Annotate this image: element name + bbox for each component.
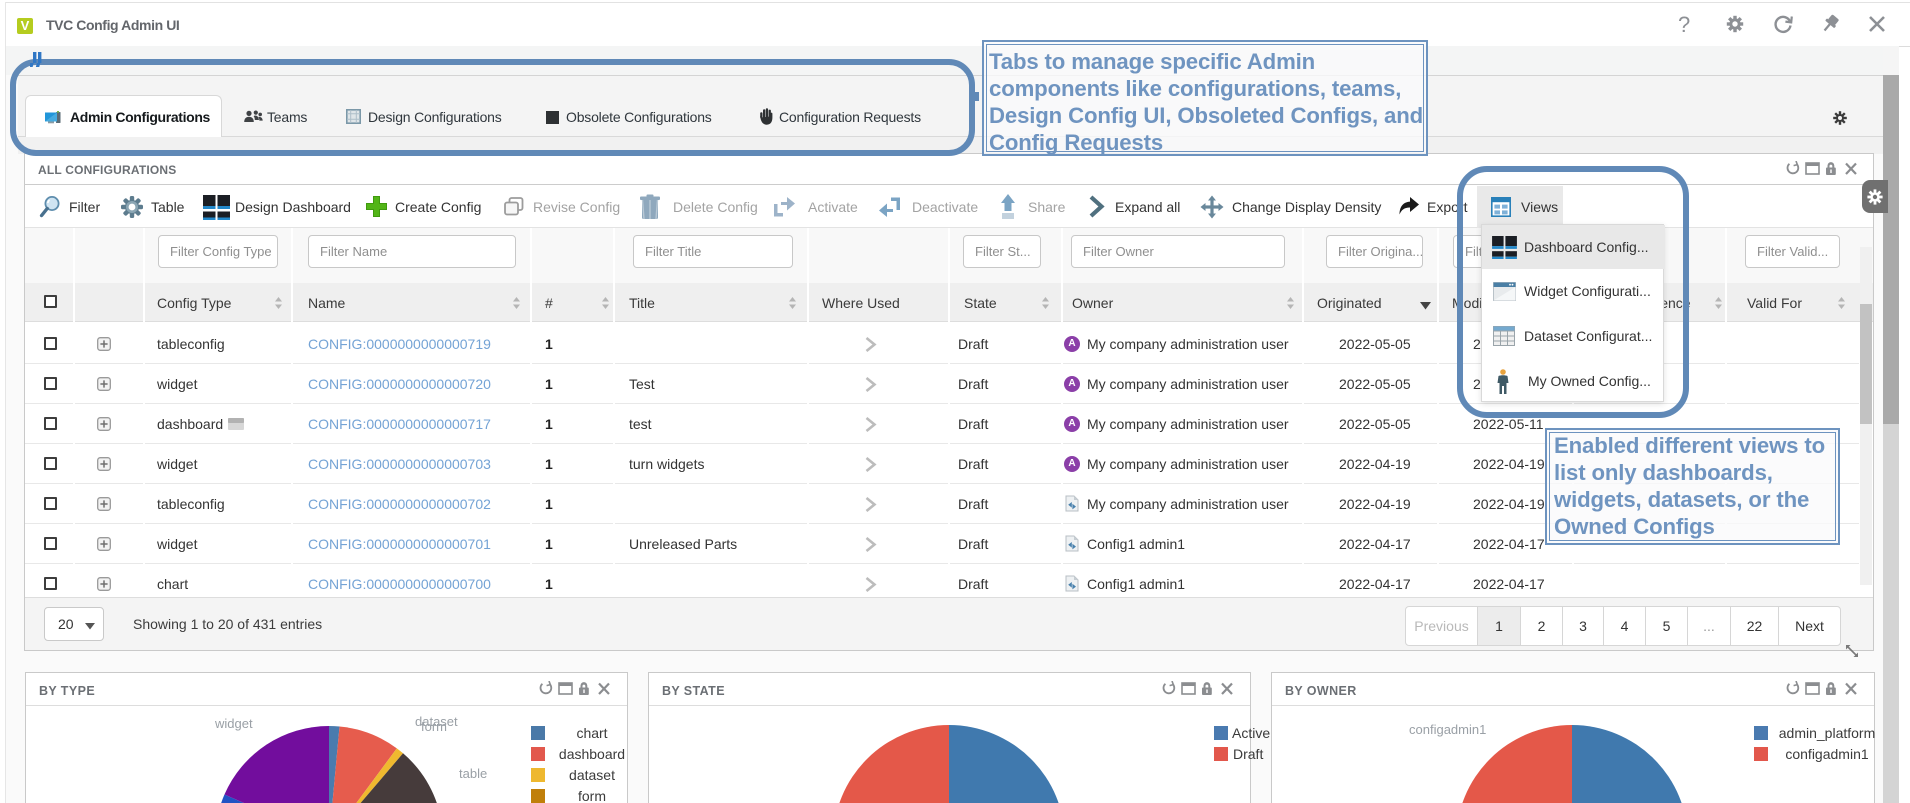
svg-text:?: ? [1678,12,1690,36]
